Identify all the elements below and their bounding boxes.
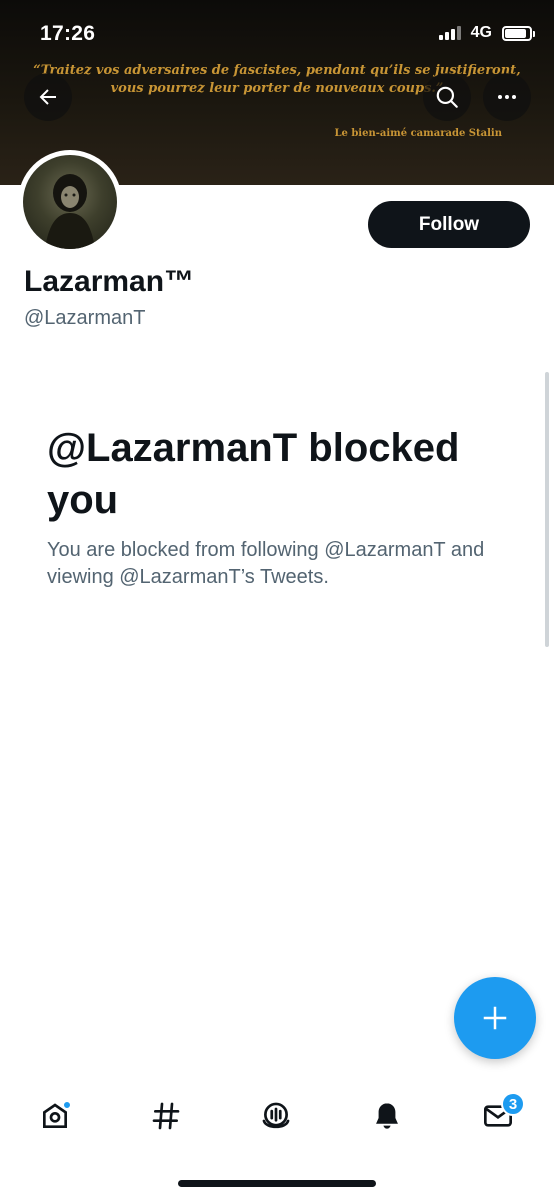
user-handle: @LazarmanT	[24, 307, 146, 329]
arrow-left-icon	[39, 89, 56, 105]
scrollbar[interactable]	[545, 372, 549, 647]
home-new-dot	[62, 1100, 72, 1110]
nav-spaces[interactable]	[252, 1092, 300, 1140]
nav-home[interactable]	[31, 1092, 79, 1140]
search-icon	[436, 86, 458, 108]
bell-icon	[376, 1103, 398, 1129]
status-indicators: 4G	[438, 24, 535, 42]
follow-button[interactable]: Follow	[368, 201, 530, 248]
banner-attribution: Le bien-aimé camarade Stalin	[334, 128, 502, 139]
back-button[interactable]	[24, 73, 72, 121]
display-name: Lazarman™	[24, 265, 195, 298]
avatar-image	[23, 155, 117, 249]
banner-quote-line1: “Traitez vos adversaires de fascistes, p…	[33, 63, 521, 78]
blocked-description: You are blocked from following @Lazarman…	[47, 539, 485, 588]
hashtag-icon	[152, 1102, 180, 1130]
network-type: 4G	[470, 24, 492, 41]
spaces-icon	[262, 1102, 290, 1129]
more-button[interactable]	[483, 73, 531, 121]
messages-badge: 3	[501, 1092, 525, 1116]
bottom-nav: 3	[0, 1080, 554, 1150]
banner-quote: “Traitez vos adversaires de fascistes, p…	[0, 62, 554, 98]
status-bar: 17:26 4G	[0, 0, 554, 62]
blocked-title: @LazarmanT blocked you	[47, 426, 460, 522]
home-indicator	[178, 1180, 376, 1187]
avatar-figure-icon	[45, 174, 95, 249]
avatar[interactable]	[18, 150, 122, 254]
search-button[interactable]	[423, 73, 471, 121]
more-horizontal-icon	[498, 95, 516, 99]
nav-notifications[interactable]	[363, 1092, 411, 1140]
nav-messages[interactable]: 3	[474, 1092, 525, 1140]
plus-icon	[483, 1006, 507, 1030]
status-time: 17:26	[40, 22, 96, 45]
nav-explore[interactable]	[142, 1092, 190, 1140]
compose-tweet-button[interactable]	[454, 977, 536, 1059]
signal-icon	[438, 26, 461, 40]
battery-icon	[502, 25, 535, 41]
